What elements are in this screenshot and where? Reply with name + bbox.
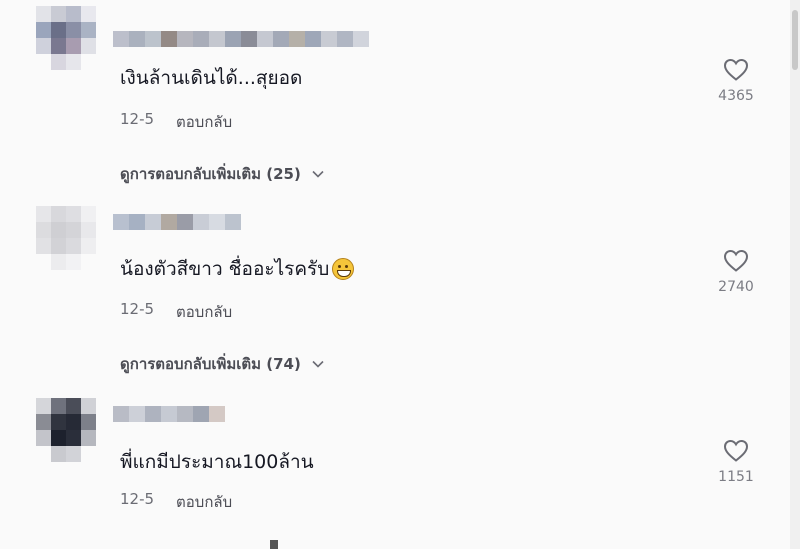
reply-button[interactable]: ตอบกลับ xyxy=(176,300,232,324)
scrollbar[interactable] xyxy=(790,0,800,549)
heart-outline-icon[interactable] xyxy=(723,439,749,463)
comment-text-content: น้องตัวสีขาว ชื่ออะไรครับ xyxy=(120,258,330,280)
comment-text: พี่แกมีประมาณ100ล้าน xyxy=(120,450,314,474)
comment-date: 12-5 xyxy=(120,300,155,318)
like-count: 4365 xyxy=(718,88,754,104)
comment-text: น้องตัวสีขาว ชื่ออะไรครับ xyxy=(120,257,355,281)
scrollbar-thumb[interactable] xyxy=(792,10,798,70)
view-more-replies[interactable]: ดูการตอบกลับเพิ่มเติม (74) xyxy=(120,352,325,376)
comment-text: เงินล้านเดินได้...สุยอด xyxy=(120,66,302,90)
like-count: 1151 xyxy=(718,469,754,485)
username-pixelated[interactable] xyxy=(113,31,369,47)
grinning-face-icon xyxy=(332,258,355,280)
like-button[interactable]: 1151 xyxy=(706,439,766,485)
heart-outline-icon[interactable] xyxy=(723,58,749,82)
comment-date: 12-5 xyxy=(120,490,155,508)
chevron-down-icon xyxy=(312,360,324,368)
comment-date: 12-5 xyxy=(120,110,155,128)
username-pixelated[interactable] xyxy=(113,214,241,230)
like-button[interactable]: 4365 xyxy=(706,58,766,104)
chevron-down-icon xyxy=(312,170,324,178)
next-comment-partial xyxy=(270,540,278,549)
avatar[interactable] xyxy=(36,6,96,70)
comment-meta: 12-5 ตอบกลับ xyxy=(120,490,232,514)
like-count: 2740 xyxy=(718,279,754,295)
reply-button[interactable]: ตอบกลับ xyxy=(176,110,232,134)
comment-text-content: พี่แกมีประมาณ100ล้าน xyxy=(120,451,314,473)
view-more-replies[interactable]: ดูการตอบกลับเพิ่มเติม (25) xyxy=(120,162,325,186)
like-button[interactable]: 2740 xyxy=(706,249,766,295)
view-more-replies-label: ดูการตอบกลับเพิ่มเติม (74) xyxy=(120,355,301,373)
comment-text-content: เงินล้านเดินได้...สุยอด xyxy=(120,67,303,89)
comment-meta: 12-5 ตอบกลับ xyxy=(120,110,232,134)
username-pixelated[interactable] xyxy=(113,406,225,422)
avatar[interactable] xyxy=(36,398,96,462)
avatar[interactable] xyxy=(36,206,96,270)
heart-outline-icon[interactable] xyxy=(723,249,749,273)
comment-meta: 12-5 ตอบกลับ xyxy=(120,300,232,324)
view-more-replies-label: ดูการตอบกลับเพิ่มเติม (25) xyxy=(120,165,301,183)
reply-button[interactable]: ตอบกลับ xyxy=(176,490,232,514)
